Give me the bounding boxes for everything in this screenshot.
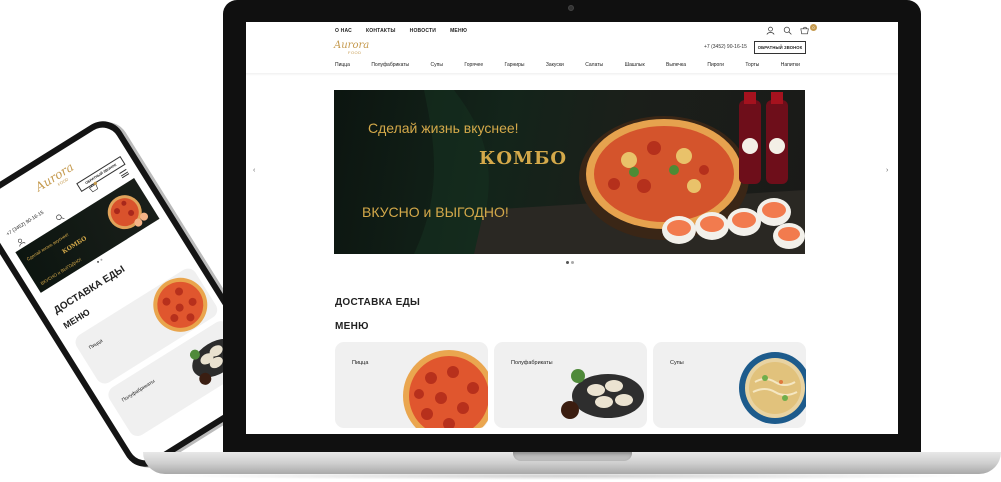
nav-about[interactable]: О НАС	[335, 28, 352, 34]
category-cakes[interactable]: Торты	[745, 62, 759, 68]
laptop-screen: О НАС КОНТАКТЫ НОВОСТИ МЕНЮ 0 Aurora FOO…	[246, 22, 898, 434]
menu-heading: МЕНЮ	[335, 321, 369, 332]
site-logo[interactable]: Aurora FOOD	[334, 40, 369, 58]
mobile-banner-tagline: ВКУСНО и ВЫГОДНО!	[39, 256, 83, 287]
card-soups[interactable]: Супы	[653, 342, 806, 428]
hamburger-menu-icon[interactable]	[119, 168, 130, 179]
banner-background-image	[414, 90, 805, 254]
dumplings-image	[561, 369, 644, 419]
category-shashlik[interactable]: Шашлык	[625, 62, 645, 68]
card-semifinished[interactable]: Полуфабрикаты	[494, 342, 647, 428]
category-pastry[interactable]: Выпечка	[666, 62, 686, 68]
mobile-slider-dots[interactable]	[96, 258, 103, 264]
slider-dots[interactable]	[566, 261, 574, 264]
nav-news[interactable]: НОВОСТИ	[410, 28, 436, 34]
promo-banner[interactable]: Сделай жизнь вкуснее! КОМБО ВКУСНО и ВЫГ…	[334, 90, 805, 254]
laptop-notch	[513, 452, 632, 461]
category-pizza[interactable]: Пицца	[335, 62, 350, 68]
mobile-promo-banner[interactable]: Сделай жизнь вкуснее! КОМБО ВКУСНО и ВЫГ…	[15, 178, 160, 293]
cart-count-badge: 0	[810, 24, 817, 31]
card-label: Пицца	[352, 360, 369, 366]
top-navigation: О НАС КОНТАКТЫ НОВОСТИ МЕНЮ	[335, 28, 467, 34]
user-icon[interactable]	[766, 26, 775, 35]
card-label: Супы	[670, 360, 684, 366]
callback-button[interactable]: ОБРАТНЫЙ ЗВОНОК	[754, 41, 806, 54]
pizza-image	[107, 195, 149, 230]
mobile-card-label: Полуфабрикаты	[120, 378, 157, 404]
header-divider	[246, 73, 898, 76]
banner-slogan: Сделай жизнь вкуснее!	[368, 120, 519, 136]
mobile-phone-number[interactable]: +7 (3452) 90-16-15	[5, 210, 45, 238]
mobile-banner-slogan: Сделай жизнь вкуснее!	[25, 231, 70, 262]
slider-next-arrow[interactable]: ›	[886, 167, 888, 174]
category-semifinished[interactable]: Полуфабрикаты	[371, 62, 409, 68]
slider-dot[interactable]	[571, 261, 574, 264]
category-salads[interactable]: Салаты	[585, 62, 603, 68]
mobile-card-label: Пицца	[88, 338, 104, 352]
category-snacks[interactable]: Закуски	[546, 62, 564, 68]
card-pizza[interactable]: Пицца	[335, 342, 488, 428]
category-hot[interactable]: Горячее	[464, 62, 483, 68]
slider-dot[interactable]	[566, 261, 569, 264]
category-garnish[interactable]: Гарниры	[505, 62, 525, 68]
category-drinks[interactable]: Напитки	[781, 62, 800, 68]
banner-combo: КОМБО	[479, 148, 568, 169]
webcam	[568, 5, 574, 11]
banner-tagline: ВКУСНО и ВЫГОДНО!	[362, 204, 509, 220]
nav-contacts[interactable]: КОНТАКТЫ	[366, 28, 396, 34]
logo-sub: FOOD	[348, 50, 362, 55]
cart-button[interactable]: 0	[800, 24, 817, 35]
search-icon[interactable]	[783, 26, 792, 35]
card-label: Полуфабрикаты	[511, 360, 553, 366]
slider-prev-arrow[interactable]: ‹	[253, 167, 255, 174]
mobile-logo[interactable]: Aurora	[33, 160, 76, 194]
nav-menu[interactable]: МЕНЮ	[450, 28, 467, 34]
category-pies[interactable]: Пироги	[707, 62, 724, 68]
soup-bowl-image	[739, 352, 806, 424]
header-phone-number[interactable]: +7 (3452) 90-16-15	[704, 44, 747, 50]
header-icons: 0	[766, 24, 817, 35]
delivery-heading: ДОСТАВКА ЕДЫ	[335, 297, 421, 308]
category-soups[interactable]: Супы	[431, 62, 443, 68]
cart-icon[interactable]	[800, 26, 810, 35]
category-menu: Пицца Полуфабрикаты Супы Горячее Гарниры…	[335, 62, 800, 68]
pepperoni-pizza-image	[403, 350, 488, 428]
